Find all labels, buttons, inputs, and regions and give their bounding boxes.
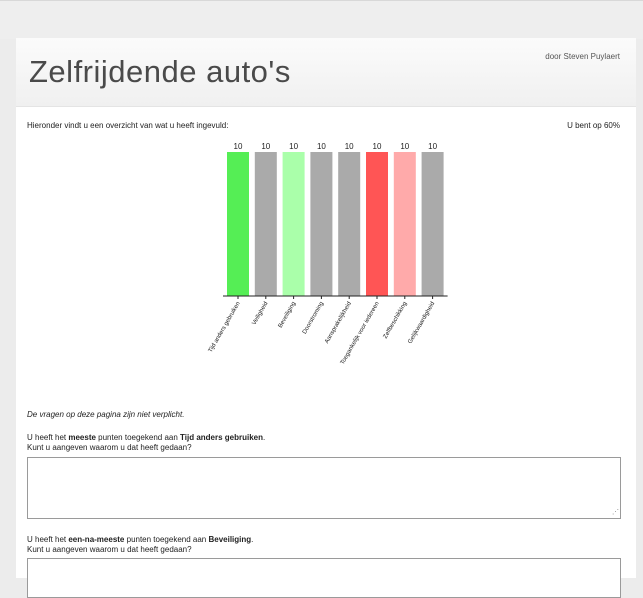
optional-note: De vragen op deze pagina zijn niet verpl…: [27, 410, 185, 419]
bar-5: [366, 152, 388, 296]
bar-0: [227, 152, 249, 296]
bar-value-label: 10: [345, 142, 354, 151]
bar-value-label: 10: [289, 142, 298, 151]
bar-value-label: 10: [234, 142, 243, 151]
question-2-text-2: punten toegekend aan: [124, 535, 209, 544]
bar-2: [282, 152, 305, 296]
question-1-text-3: .: [263, 433, 266, 442]
bar-3: [310, 152, 333, 296]
page-header: Zelfrijdende auto's door Steven Puylaert: [16, 38, 636, 107]
top-band: [0, 0, 643, 39]
overview-text: Hieronder vindt u een overzicht van wat …: [27, 121, 229, 130]
question-1-text-2: punten toegekend aan: [95, 433, 181, 442]
question-2-text-3: .: [251, 535, 254, 544]
bar-value-label: 10: [261, 142, 270, 151]
bar-7: [421, 152, 444, 296]
category-label: Zelfbeschikking: [383, 301, 409, 340]
question-2-prompt: Kunt u aangeven waarom u dat heeft gedaa…: [27, 545, 192, 554]
progress-text: U bent op 60%: [567, 121, 620, 130]
bar-value-label: 10: [400, 142, 409, 151]
answer-1-textarea[interactable]: [27, 457, 621, 519]
bar-value-label: 10: [373, 142, 382, 151]
bar-6: [393, 152, 416, 296]
question-1-prompt: Kunt u aangeven waarom u dat heeft gedaa…: [27, 443, 192, 452]
category-label: Doorstroming: [302, 301, 325, 335]
points-bar-chart: 10 Tijd anders gebruiken 10 Veiligheid 10 Bev…: [208, 142, 448, 366]
bar-value-label: 10: [428, 142, 437, 151]
category-label: Gelijkwaardigheid: [407, 301, 436, 345]
category-label: Beveiliging: [278, 301, 298, 329]
question-2-text: U heeft het: [27, 535, 69, 544]
question-2: U heeft het een-na-meeste punten toegeke…: [27, 535, 253, 555]
question-1: U heeft het meeste punten toegekend aan …: [27, 433, 265, 453]
bar-4: [338, 152, 361, 296]
question-1-item: Tijd anders gebruiken: [180, 433, 263, 442]
question-1-rank: meeste: [68, 433, 96, 442]
bar-1: [254, 152, 277, 296]
survey-card: Zelfrijdende auto's door Steven Puylaert…: [16, 38, 636, 598]
question-1-text: U heeft het: [27, 433, 69, 442]
answer-2-textarea[interactable]: [27, 558, 621, 598]
bar-value-label: 10: [317, 142, 326, 151]
page-title: Zelfrijdende auto's: [29, 54, 291, 89]
author-credit: door Steven Puylaert: [545, 52, 620, 61]
category-label: Aansprakelijkheid: [324, 301, 353, 345]
question-2-rank: een-na-meeste: [68, 535, 125, 544]
question-2-item: Beveiliging: [208, 535, 252, 544]
category-label: Veiligheid: [251, 301, 269, 326]
category-label: Tijd anders gebruiken: [208, 301, 242, 354]
